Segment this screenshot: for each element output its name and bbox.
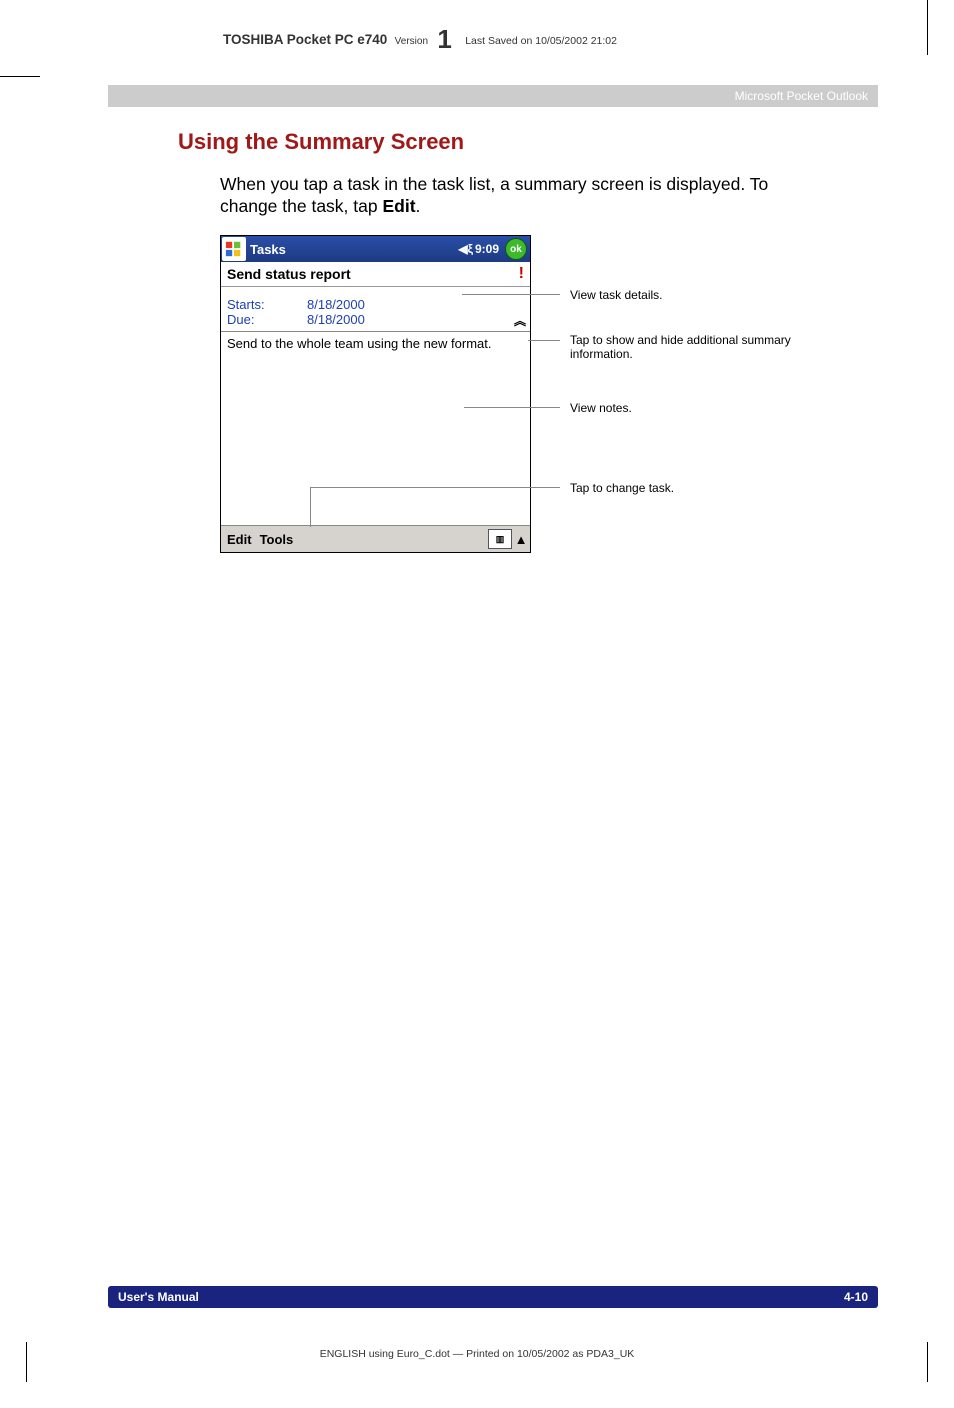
chapter-title: Microsoft Pocket Outlook <box>735 89 868 103</box>
speaker-icon[interactable]: ◀ξ <box>458 242 473 256</box>
app-title: Tasks <box>250 242 458 257</box>
pda-screenshot: Tasks ◀ξ 9:09 ok Send status report ! St… <box>220 235 531 553</box>
crop-mark <box>0 76 40 77</box>
date-row-due: Due: 8/18/2000 <box>227 312 524 327</box>
footer-bar: User's Manual 4-10 <box>108 1286 878 1308</box>
crop-mark <box>927 0 928 55</box>
callout-view-notes: View notes. <box>570 401 850 415</box>
intro-text-post: . <box>416 196 421 216</box>
collapse-toggle-icon[interactable]: ︽ <box>514 312 526 329</box>
running-header: TOSHIBA Pocket PC e740 Version 1 Last Sa… <box>223 20 878 51</box>
chapter-bar: Microsoft Pocket Outlook <box>108 85 878 107</box>
callout-view-details: View task details. <box>570 288 850 302</box>
footer-page: 4-10 <box>844 1290 868 1304</box>
priority-icon: ! <box>519 265 524 283</box>
due-label: Due: <box>227 312 307 327</box>
tools-menu[interactable]: Tools <box>260 532 294 547</box>
intro-paragraph: When you tap a task in the task list, a … <box>220 173 820 218</box>
intro-text-pre: When you tap a task in the task list, a … <box>220 174 768 216</box>
due-value: 8/18/2000 <box>307 312 365 327</box>
leader-line <box>464 407 560 408</box>
last-saved: Last Saved on 10/05/2002 21:02 <box>465 35 617 47</box>
start-flag-icon[interactable] <box>222 237 246 261</box>
callout-change-task: Tap to change task. <box>570 481 850 495</box>
keyboard-icon[interactable]: ▥ <box>488 529 512 549</box>
task-notes[interactable]: Send to the whole team using the new for… <box>221 332 530 478</box>
starts-label: Starts: <box>227 297 307 312</box>
task-subject: Send status report <box>227 266 351 282</box>
starts-value: 8/18/2000 <box>307 297 365 312</box>
edit-menu[interactable]: Edit <box>227 532 252 547</box>
product-name: TOSHIBA Pocket PC e740 <box>223 32 387 47</box>
clock-time: 9:09 <box>475 242 499 256</box>
ok-button[interactable]: ok <box>505 238 527 260</box>
sip-arrow-icon[interactable]: ▲ <box>514 532 528 547</box>
callout-toggle-summary: Tap to show and hide additional summary … <box>570 333 850 361</box>
leader-line <box>462 294 560 295</box>
intro-edit-word: Edit <box>382 196 415 216</box>
task-subject-row[interactable]: Send status report ! <box>221 262 530 287</box>
footer-caption: ENGLISH using Euro_C.dot — Printed on 10… <box>0 1348 954 1360</box>
section-heading: Using the Summary Screen <box>178 129 878 155</box>
leader-line <box>310 487 560 488</box>
leader-line <box>310 487 311 527</box>
title-bar: Tasks ◀ξ 9:09 ok <box>221 236 530 262</box>
leader-line <box>528 340 560 341</box>
menu-bar: Edit Tools ▥ ▲ <box>221 525 530 552</box>
version-number: 1 <box>437 24 451 54</box>
footer-left: User's Manual <box>118 1290 199 1304</box>
version-label: Version <box>395 36 428 47</box>
date-row-starts: Starts: 8/18/2000 <box>227 297 524 312</box>
